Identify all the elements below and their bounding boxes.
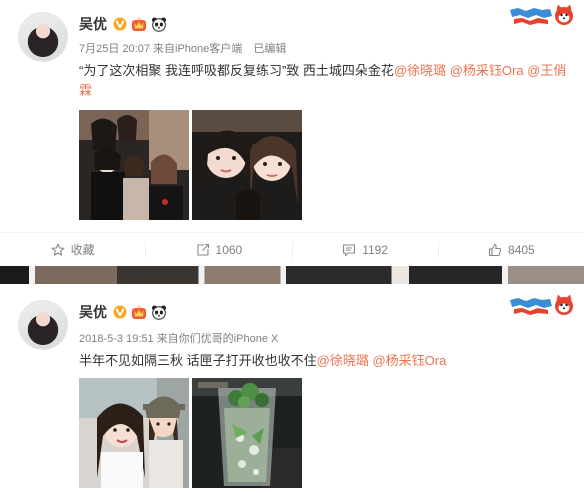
- verified-v-icon: [113, 305, 127, 319]
- post-text: “为了这次相聚 我连呼吸都反复练习”致 西土城四朵金花@徐晓璐 @杨采钰Ora …: [79, 61, 572, 101]
- mention-link[interactable]: @徐晓璐: [394, 63, 446, 78]
- mention-link[interactable]: @徐晓璐: [317, 353, 369, 368]
- like-button[interactable]: 8405: [437, 241, 584, 258]
- mention-link[interactable]: @杨采钰Ora: [450, 63, 524, 78]
- post-source: 来自你们优哥的iPhone X: [156, 333, 279, 345]
- comment-count: 1192: [362, 242, 389, 257]
- author-avatar[interactable]: [18, 12, 68, 62]
- favorite-label: 收藏: [70, 243, 95, 257]
- panda-badge-icon: [152, 305, 166, 320]
- author-name[interactable]: 吴优: [79, 14, 107, 34]
- verified-v-icon: [113, 17, 127, 31]
- crown-badge-icon: [132, 17, 146, 31]
- like-count: 8405: [508, 242, 535, 257]
- repost-button[interactable]: 1060: [145, 241, 291, 258]
- star-icon: [51, 243, 64, 256]
- post-source: 来自iPhone客户端: [153, 43, 243, 55]
- thumbs-up-icon: [488, 243, 502, 256]
- favorite-button[interactable]: 收藏: [0, 233, 145, 266]
- cartoon-fox-logo: [510, 294, 573, 315]
- post-text-body: “为了这次相聚 我连呼吸都反复练习”致 西土城四朵金花: [79, 63, 394, 78]
- edited-label: 已编辑: [253, 43, 287, 55]
- author-avatar[interactable]: [18, 300, 68, 350]
- post-meta: 7月25日 20:07 来自iPhone客户端 已编辑: [79, 40, 286, 56]
- post-photo[interactable]: [192, 110, 302, 220]
- post-date[interactable]: 2018-5-3 19:51: [79, 333, 154, 345]
- mention-link[interactable]: @杨采钰Ora: [372, 353, 446, 368]
- cartoon-fox-logo: [510, 4, 573, 25]
- comment-icon: [343, 243, 356, 256]
- repost-icon: [196, 243, 209, 256]
- post-meta: 2018-5-3 19:51 来自你们优哥的iPhone X: [79, 330, 278, 346]
- post-text-body: 半年不见如隔三秋 话匣子打开收也收不住: [79, 353, 317, 368]
- author-name[interactable]: 吴优: [79, 302, 107, 322]
- post-photo[interactable]: [79, 110, 189, 220]
- post-text: 半年不见如隔三秋 话匣子打开收也收不住@徐晓璐 @杨采钰Ora: [79, 351, 572, 371]
- post-action-bar: 收藏 1060 1192 8405: [0, 232, 584, 266]
- post-photo[interactable]: [79, 378, 189, 488]
- comment-button[interactable]: 1192: [291, 241, 438, 258]
- crown-badge-icon: [132, 305, 146, 319]
- post-date[interactable]: 7月25日 20:07: [79, 43, 150, 55]
- author-row: 吴优: [79, 302, 167, 322]
- next-post-photo-strip: [0, 266, 584, 284]
- author-row: 吴优: [79, 14, 167, 34]
- panda-badge-icon: [152, 17, 166, 32]
- repost-count: 1060: [215, 242, 243, 257]
- weibo-post-card: 吴优 2018-5-3 19:51 来自你们优哥的iPhone X 半年不见如隔…: [0, 284, 584, 493]
- weibo-post-card: 吴优 7月25日 20:07 来自iPhone客户端 已编辑 “为了这次相聚 我…: [0, 0, 584, 266]
- post-photo[interactable]: [192, 378, 302, 488]
